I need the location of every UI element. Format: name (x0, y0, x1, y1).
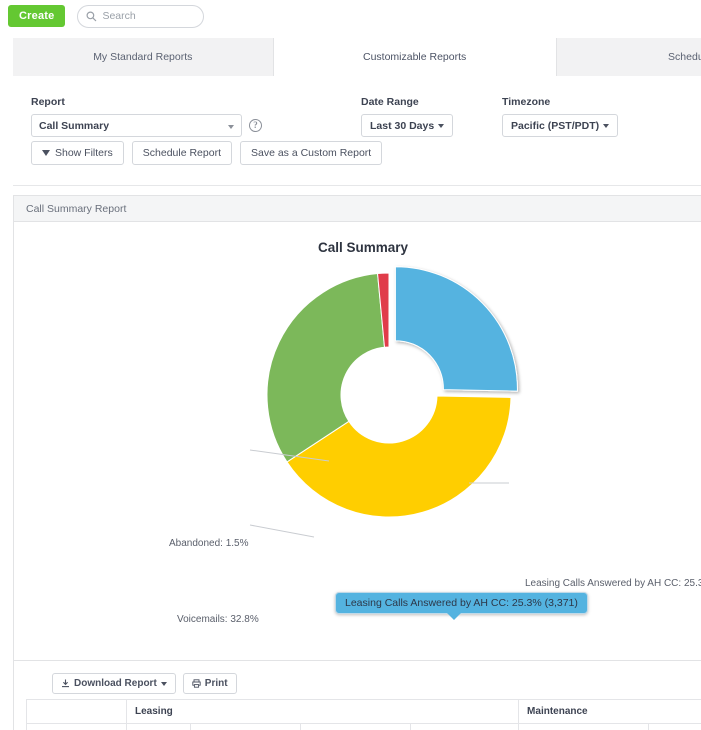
donut-slice[interactable] (266, 272, 386, 463)
chevron-down-icon (228, 124, 234, 129)
timezone-label: Timezone (502, 96, 551, 108)
chevron-down-icon (160, 681, 167, 686)
schedule-report-label: Schedule Report (142, 147, 221, 159)
report-card: Call Summary Report Call Summary Abandon… (13, 195, 701, 660)
top-bar: Create Search (0, 0, 701, 32)
table-cell (26, 723, 127, 730)
date-range-filter-group: Date Range Last 30 Days (361, 96, 454, 137)
data-table: Leasing Maintenance (26, 699, 701, 730)
date-range-dropdown[interactable]: Last 30 Days (361, 114, 454, 137)
download-report-button[interactable]: Download Report (52, 673, 176, 694)
chevron-down-icon (438, 123, 445, 128)
printer-icon (192, 679, 201, 688)
table-cell (648, 723, 701, 730)
table-group-header-cell: Maintenance (518, 699, 701, 724)
data-table-toolbar: Download Report Print (52, 673, 237, 694)
save-custom-report-label: Save as a Custom Report (250, 147, 372, 159)
tab-label: Customizable Reports (362, 51, 467, 63)
schedule-report-button[interactable]: Schedule Report (131, 141, 232, 165)
create-button[interactable]: Create (8, 5, 66, 27)
table-cell (409, 723, 520, 730)
table-group-header-row: Leasing Maintenance (26, 699, 701, 724)
reports-page: Create Search My Standard Reports Custom… (0, 0, 701, 730)
table-cell (190, 723, 301, 730)
search-placeholder: Search (102, 10, 136, 22)
report-card-title: Call Summary Report (26, 202, 127, 215)
slice-label-abandoned: Abandoned: 1.5% (169, 538, 249, 549)
save-custom-report-button[interactable]: Save as a Custom Report (239, 141, 383, 165)
table-subheader-row (26, 723, 701, 730)
funnel-icon (42, 150, 50, 156)
report-select[interactable]: Call Summary (31, 114, 242, 137)
help-icon[interactable]: ? (249, 119, 262, 132)
chart-tooltip: Leasing Calls Answered by AH CC: 25.3% (… (335, 592, 588, 620)
show-filters-label: Show Filters (55, 147, 113, 159)
chart-title: Call Summary (317, 240, 409, 255)
tab-customizable-reports[interactable]: Customizable Reports (273, 38, 557, 76)
tab-label: My Standard Reports (93, 51, 193, 63)
filter-actions: Show Filters Schedule Report Save as a C… (31, 141, 383, 165)
tab-my-standard-reports[interactable]: My Standard Reports (13, 38, 274, 76)
donut-chart[interactable] (14, 255, 701, 615)
download-icon (62, 679, 69, 688)
table-cell (518, 723, 650, 730)
date-range-value: Last 30 Days (370, 119, 435, 132)
table-cell (300, 723, 411, 730)
donut-slice[interactable] (394, 266, 518, 392)
print-button[interactable]: Print (182, 673, 237, 694)
chart-area: Abandoned: 1.5% Voicemails: 32.8% Leasin… (14, 255, 701, 625)
search-icon (86, 11, 97, 21)
timezone-value: Pacific (PST/PDT) (511, 119, 600, 132)
report-select-value: Call Summary (39, 119, 110, 132)
table-group-header-cell: Leasing (125, 699, 520, 724)
timezone-filter-group: Timezone Pacific (PST/PDT) (502, 96, 619, 137)
report-label: Report (31, 96, 65, 108)
table-group-header-cell (26, 699, 127, 724)
tab-scheduled-reports[interactable]: Schedul (556, 38, 701, 76)
download-report-label: Download Report (74, 678, 157, 689)
timezone-dropdown[interactable]: Pacific (PST/PDT) (502, 114, 619, 137)
filter-panel: Report Call Summary ? Date Range Last 30… (13, 76, 701, 186)
slice-label-ah-cc: Leasing Calls Answered by AH CC: 25.3% (525, 578, 701, 589)
date-range-label: Date Range (361, 96, 419, 108)
slice-label-voicemails: Voicemails: 32.8% (177, 614, 259, 625)
tab-label: Schedul (668, 51, 701, 63)
data-table-panel: Download Report Print Leasing Maintenanc… (13, 660, 701, 730)
show-filters-button[interactable]: Show Filters (31, 141, 124, 165)
search-input[interactable]: Search (77, 4, 205, 28)
report-card-header: Call Summary Report (14, 196, 701, 222)
chevron-down-icon (603, 123, 610, 128)
print-label: Print (204, 678, 228, 689)
main-tabstrip: My Standard Reports Customizable Reports… (13, 38, 701, 76)
report-filter-group: Report Call Summary ? (31, 96, 262, 137)
table-cell (126, 723, 191, 730)
